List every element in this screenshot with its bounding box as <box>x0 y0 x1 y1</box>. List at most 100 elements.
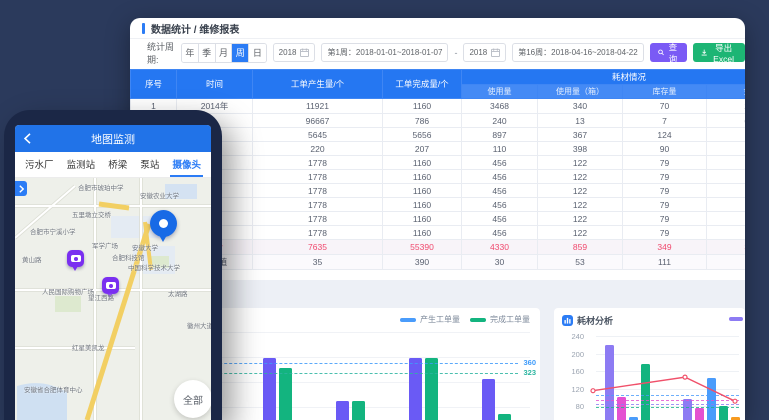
bar-completed <box>425 358 438 420</box>
table-cell: 96667 <box>253 114 383 128</box>
table-cell: 140 <box>707 255 746 270</box>
col-header-done: 工单完成量/个 <box>383 70 462 99</box>
back-icon[interactable] <box>24 133 31 144</box>
table-cell: 390 <box>383 255 462 270</box>
table-cell: 456 <box>462 226 538 240</box>
map-view[interactable]: 全部 合肥市琥珀中学安徽农业大学五里墩立交桥合肥市宁溪小学军学广场安徽大学合肥科… <box>15 178 211 420</box>
reference-line <box>596 400 739 401</box>
legend-item: 产生工单量 <box>400 314 460 325</box>
phone-tab-桥梁[interactable]: 桥梁 <box>106 152 129 177</box>
table-cell: 3468 <box>462 99 538 114</box>
bar-consumable <box>719 406 728 420</box>
consumables-chart-card: 耗材分析 2402001601208040 <box>554 308 745 420</box>
table-cell: 19 <box>707 142 746 156</box>
period-option-季[interactable]: 季 <box>199 44 216 62</box>
legend-label: 产生工单量 <box>420 314 460 325</box>
table-cell: 129 <box>707 128 746 142</box>
year-from-select[interactable]: 2018 <box>273 43 316 62</box>
year-from-value: 2018 <box>279 44 297 61</box>
total-row: 合计7635553904330859349330 <box>131 240 746 255</box>
show-all-button[interactable]: 全部 <box>174 380 211 418</box>
period-segmented-control[interactable]: 年季月周日 <box>181 43 267 63</box>
table-cell: 79 <box>623 212 707 226</box>
y-axis-tick: 120 <box>558 385 584 394</box>
week-to-value: 第16周：2018-04-16~2018-04-22 <box>518 44 637 61</box>
selected-camera-pin[interactable] <box>150 210 177 237</box>
period-option-年[interactable]: 年 <box>182 44 199 62</box>
gridline <box>596 389 739 390</box>
reference-line <box>596 395 739 396</box>
table-cell: 349 <box>623 240 707 255</box>
phone-header: 地图监测 <box>15 125 211 152</box>
export-button-label: 导出Excel <box>710 42 737 64</box>
workorder-chart-legend: 产生工单量 完成工单量 <box>400 314 530 325</box>
table-cell: 122 <box>538 212 623 226</box>
table-cell: 67 <box>707 184 746 198</box>
reference-line-label: 360 <box>523 358 536 367</box>
period-option-日[interactable]: 日 <box>249 44 266 62</box>
table-row: 56455656897367124129 <box>131 128 746 142</box>
week-from-input[interactable]: 第1周：2018-01-01~2018-01-07 <box>321 43 448 62</box>
search-button[interactable]: 查询 <box>650 43 687 62</box>
table-row: 177811604561227967 <box>131 198 746 212</box>
phone-tab-监测站[interactable]: 监测站 <box>65 152 98 177</box>
table-cell: 207 <box>383 142 462 156</box>
bar-completed <box>498 414 511 420</box>
phone-tab-泵站[interactable]: 泵站 <box>138 152 161 177</box>
table-cell: 690 <box>707 114 746 128</box>
table-row: 177811604561227967 <box>131 170 746 184</box>
map-label: 合肥市宁溪小学 <box>30 226 76 236</box>
phone-tab-摄像头[interactable]: 摄像头 <box>170 152 203 177</box>
legend-label: 完成工单量 <box>490 314 530 325</box>
map-expand-button[interactable] <box>15 181 27 196</box>
bar-completed <box>279 368 292 420</box>
table-cell: 240 <box>462 114 538 128</box>
table-cell: 122 <box>538 184 623 198</box>
table-cell: 110 <box>462 142 538 156</box>
col-group-consumables: 耗材情况 <box>462 70 746 85</box>
table-cell: 1160 <box>383 212 462 226</box>
table-cell: 11921 <box>253 99 383 114</box>
breadcrumb: 数据统计 / 维修报表 <box>151 21 239 36</box>
phone-tab-污水厂[interactable]: 污水厂 <box>23 152 56 177</box>
table-row: 177811604561227967 <box>131 184 746 198</box>
map-label: 五里墩立交桥 <box>72 209 111 219</box>
table-cell: 1778 <box>253 198 383 212</box>
search-icon <box>658 48 664 57</box>
period-label: 统计周期: <box>147 40 175 66</box>
sub-col-usage: 使用量 <box>462 85 538 99</box>
legend-marker <box>400 318 416 322</box>
charts-section: 产生工单量 完成工单量 360323 耗材分析 2402001601208040 <box>130 280 745 420</box>
reference-line-label: 323 <box>523 368 536 377</box>
table-cell: 79 <box>623 184 707 198</box>
bar-generated <box>263 358 276 420</box>
table-cell: 55390 <box>383 240 462 255</box>
consumables-legend-marker <box>729 317 743 321</box>
gridline <box>596 371 739 372</box>
chart-icon <box>562 315 573 326</box>
map-label: 望江西路 <box>88 292 114 302</box>
period-option-月[interactable]: 月 <box>216 44 233 62</box>
table-cell: 456 <box>462 198 538 212</box>
map-label: 红星美凯龙 <box>72 342 105 352</box>
consumables-chart-title: 耗材分析 <box>562 314 613 327</box>
download-icon <box>701 48 707 57</box>
camera-marker[interactable] <box>67 250 84 267</box>
page-background: 数据统计 / 维修报表 统计周期: 年季月周日 2018 第1周：2018-01… <box>0 0 769 420</box>
table-cell: 1778 <box>253 226 383 240</box>
calendar-icon <box>300 48 309 57</box>
period-option-周[interactable]: 周 <box>232 44 249 62</box>
week-to-input[interactable]: 第16周：2018-04-16~2018-04-22 <box>512 43 643 62</box>
table-cell: 124 <box>623 128 707 142</box>
bar-completed <box>352 401 365 420</box>
table-cell: 79 <box>623 170 707 184</box>
phone-tab-bar: 污水厂监测站桥梁泵站摄像头 <box>15 152 211 178</box>
reference-line <box>596 407 739 408</box>
table-cell: 67 <box>707 156 746 170</box>
table-cell: 398 <box>538 142 623 156</box>
export-excel-button[interactable]: 导出Excel <box>693 43 745 62</box>
year-to-value: 2018 <box>469 44 487 61</box>
table-cell: 67 <box>707 198 746 212</box>
year-to-select[interactable]: 2018 <box>463 43 506 62</box>
week-from-value: 第1周：2018-01-01~2018-01-07 <box>327 44 442 61</box>
